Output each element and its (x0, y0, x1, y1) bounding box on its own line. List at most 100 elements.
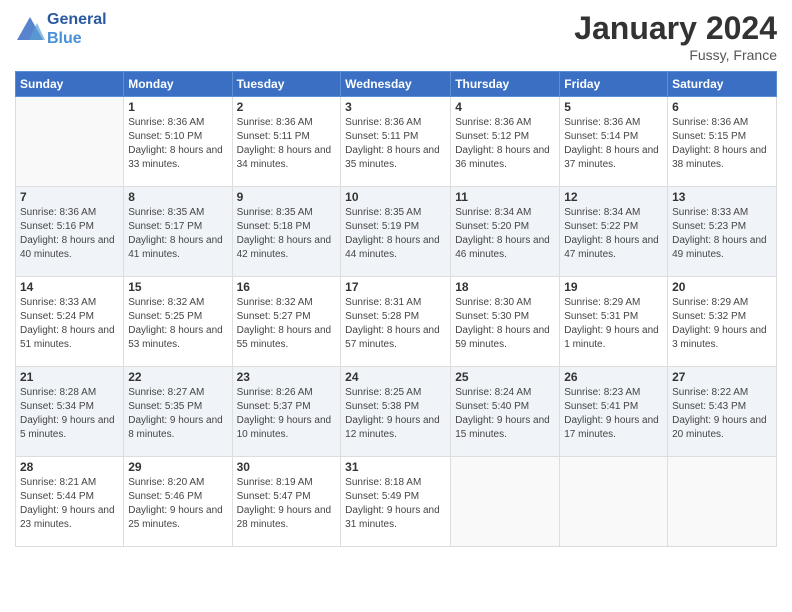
logo-icon (15, 15, 43, 43)
calendar-week-row: 14 Sunrise: 8:33 AMSunset: 5:24 PM Dayligh… (16, 277, 777, 367)
day-info-line: Daylight: 9 hours and 10 minutes. (237, 414, 337, 442)
day-info-line: Sunrise: 8:33 AM (20, 296, 119, 310)
day-info-line: Sunset: 5:24 PM (20, 310, 119, 324)
day-number: 29 (128, 460, 227, 474)
day-number: 1 (128, 100, 227, 114)
calendar-cell: 11Sunrise: 8:34 AMSunset: 5:20 PMDayligh… (451, 187, 560, 277)
calendar-cell: 19Sunrise: 8:29 AMSunset: 5:31 PMDayligh… (560, 277, 668, 367)
day-info-line: Sunrise: 8:27 AM (128, 386, 227, 400)
day-info-line: Sunset: 5:23 PM (672, 220, 772, 234)
day-number: 15 (128, 280, 227, 294)
calendar-cell: 21Sunrise: 8:28 AMSunset: 5:34 PMDayligh… (16, 367, 124, 457)
day-info-line: Daylight: 9 hours and 25 minutes. (128, 504, 227, 532)
day-info-line: Sunrise: 8:36 AM (672, 116, 772, 130)
day-info-line: Sunset: 5:30 PM (455, 310, 555, 324)
day-info-line: Daylight: 9 hours and 15 minutes. (455, 414, 555, 442)
day-info: Sunrise: 8:33 AMSunset: 5:23 PMDaylight:… (672, 206, 772, 262)
day-info-line: Sunrise: 8:20 AM (128, 476, 227, 490)
day-info: Sunrise: 8:22 AMSunset: 5:43 PMDaylight:… (672, 386, 772, 442)
calendar-cell: 10 Sunrise: 8:35 AMSunset: 5:19 PMDayligh… (341, 187, 451, 277)
logo: General Blue (15, 10, 107, 48)
day-number: 20 (672, 280, 772, 294)
calendar-cell: 7Sunrise: 8:36 AMSunset: 5:16 PMDaylight… (16, 187, 124, 277)
calendar-cell: 8Sunrise: 8:35 AMSunset: 5:17 PMDaylight… (124, 187, 232, 277)
calendar-cell: 4Sunrise: 8:36 AMSunset: 5:12 PMDaylight… (451, 97, 560, 187)
day-info: Sunrise: 8:30 AMSunset: 5:30 PMDaylight:… (455, 296, 555, 352)
calendar-cell: 5Sunrise: 8:36 AMSunset: 5:14 PMDaylight… (560, 97, 668, 187)
calendar-cell: 28 Sunrise: 8:21 AMSunset: 5:44 PMDayligh… (16, 457, 124, 547)
calendar-cell: 1Sunrise: 8:36 AMSunset: 5:10 PMDaylight… (124, 97, 232, 187)
day-info: Sunrise: 8:32 AMSunset: 5:27 PMDaylight:… (237, 296, 337, 352)
day-info-line: Sunset: 5:44 PM (20, 490, 119, 504)
calendar-cell: 6Sunrise: 8:36 AMSunset: 5:15 PMDaylight… (668, 97, 777, 187)
calendar-cell: 2Sunrise: 8:36 AMSunset: 5:11 PMDaylight… (232, 97, 341, 187)
day-info-line: Sunrise: 8:36 AM (564, 116, 663, 130)
day-info-line: Sunset: 5:40 PM (455, 400, 555, 414)
day-info-line: Sunset: 5:22 PM (564, 220, 663, 234)
col-monday: Monday (124, 72, 232, 97)
page: General Blue January 2024 Fussy, France … (0, 0, 792, 612)
day-info-line: Sunrise: 8:18 AM (345, 476, 446, 490)
day-info-line: Sunrise: 8:31 AM (345, 296, 446, 310)
day-info-line: Daylight: 8 hours and 47 minutes. (564, 234, 663, 262)
day-info-line: Sunrise: 8:36 AM (20, 206, 119, 220)
calendar-table: Sunday Monday Tuesday Wednesday Thursday… (15, 71, 777, 547)
calendar-cell: 3Sunrise: 8:36 AMSunset: 5:11 PMDaylight… (341, 97, 451, 187)
day-info-line: Sunset: 5:47 PM (237, 490, 337, 504)
day-info: Sunrise: 8:36 AMSunset: 5:11 PMDaylight:… (237, 116, 337, 172)
day-info: Sunrise: 8:27 AMSunset: 5:35 PMDaylight:… (128, 386, 227, 442)
day-info: Sunrise: 8:36 AMSunset: 5:11 PMDaylight:… (345, 116, 446, 172)
day-info-line: Sunset: 5:20 PM (455, 220, 555, 234)
day-info-line: Sunset: 5:16 PM (20, 220, 119, 234)
day-info-line: Sunset: 5:18 PM (237, 220, 337, 234)
day-info-line: Daylight: 8 hours and 38 minutes. (672, 144, 772, 172)
day-number: 28 (20, 460, 119, 474)
day-info-line: Sunrise: 8:32 AM (237, 296, 337, 310)
calendar-cell (560, 457, 668, 547)
day-info-line: Daylight: 9 hours and 17 minutes. (564, 414, 663, 442)
calendar-cell: 13Sunrise: 8:33 AMSunset: 5:23 PMDayligh… (668, 187, 777, 277)
calendar-header-row: Sunday Monday Tuesday Wednesday Thursday… (16, 72, 777, 97)
calendar-cell: 16Sunrise: 8:32 AMSunset: 5:27 PMDayligh… (232, 277, 341, 367)
day-info-line: Daylight: 8 hours and 34 minutes. (237, 144, 337, 172)
day-info-line: Sunset: 5:32 PM (672, 310, 772, 324)
day-info: Sunrise: 8:35 AMSunset: 5:19 PMDaylight:… (345, 206, 446, 262)
day-info-line: Sunrise: 8:34 AM (455, 206, 555, 220)
day-number: 14 (20, 280, 119, 294)
day-info-line: Sunset: 5:10 PM (128, 130, 227, 144)
day-info-line: Sunrise: 8:36 AM (237, 116, 337, 130)
day-info-line: Sunrise: 8:22 AM (672, 386, 772, 400)
day-info-line: Daylight: 9 hours and 3 minutes. (672, 324, 772, 352)
day-info-line: Daylight: 8 hours and 41 minutes. (128, 234, 227, 262)
day-info-line: Daylight: 9 hours and 23 minutes. (20, 504, 119, 532)
day-info-line: Daylight: 9 hours and 31 minutes. (345, 504, 446, 532)
day-number: 10 (345, 190, 446, 204)
day-info-line: Sunset: 5:46 PM (128, 490, 227, 504)
day-number: 19 (564, 280, 663, 294)
day-number: 18 (455, 280, 555, 294)
col-friday: Friday (560, 72, 668, 97)
day-number: 22 (128, 370, 227, 384)
calendar-week-row: 7Sunrise: 8:36 AMSunset: 5:16 PMDaylight… (16, 187, 777, 277)
day-info-line: Sunrise: 8:36 AM (345, 116, 446, 130)
calendar-cell: 12Sunrise: 8:34 AMSunset: 5:22 PMDayligh… (560, 187, 668, 277)
day-info: Sunrise: 8:32 AMSunset: 5:25 PMDaylight:… (128, 296, 227, 352)
day-info-line: Daylight: 8 hours and 49 minutes. (672, 234, 772, 262)
day-info: Sunrise: 8:25 AMSunset: 5:38 PMDaylight:… (345, 386, 446, 442)
calendar-cell: 27Sunrise: 8:22 AMSunset: 5:43 PMDayligh… (668, 367, 777, 457)
day-info: Sunrise: 8:29 AMSunset: 5:32 PMDaylight:… (672, 296, 772, 352)
day-number: 6 (672, 100, 772, 114)
calendar-cell: 15 Sunrise: 8:32 AMSunset: 5:25 PMDayligh… (124, 277, 232, 367)
day-number: 26 (564, 370, 663, 384)
day-info: Sunrise: 8:28 AMSunset: 5:34 PMDaylight:… (20, 386, 119, 442)
title-area: January 2024 Fussy, France (574, 10, 777, 63)
day-info-line: Daylight: 8 hours and 40 minutes. (20, 234, 119, 262)
day-info-line: Sunrise: 8:28 AM (20, 386, 119, 400)
calendar-cell: 30Sunrise: 8:19 AMSunset: 5:47 PMDayligh… (232, 457, 341, 547)
logo-text: General Blue (47, 10, 107, 48)
day-info-line: Sunrise: 8:21 AM (20, 476, 119, 490)
col-sunday: Sunday (16, 72, 124, 97)
calendar-cell (16, 97, 124, 187)
day-info-line: Daylight: 8 hours and 33 minutes. (128, 144, 227, 172)
day-info: Sunrise: 8:19 AMSunset: 5:47 PMDaylight:… (237, 476, 337, 532)
